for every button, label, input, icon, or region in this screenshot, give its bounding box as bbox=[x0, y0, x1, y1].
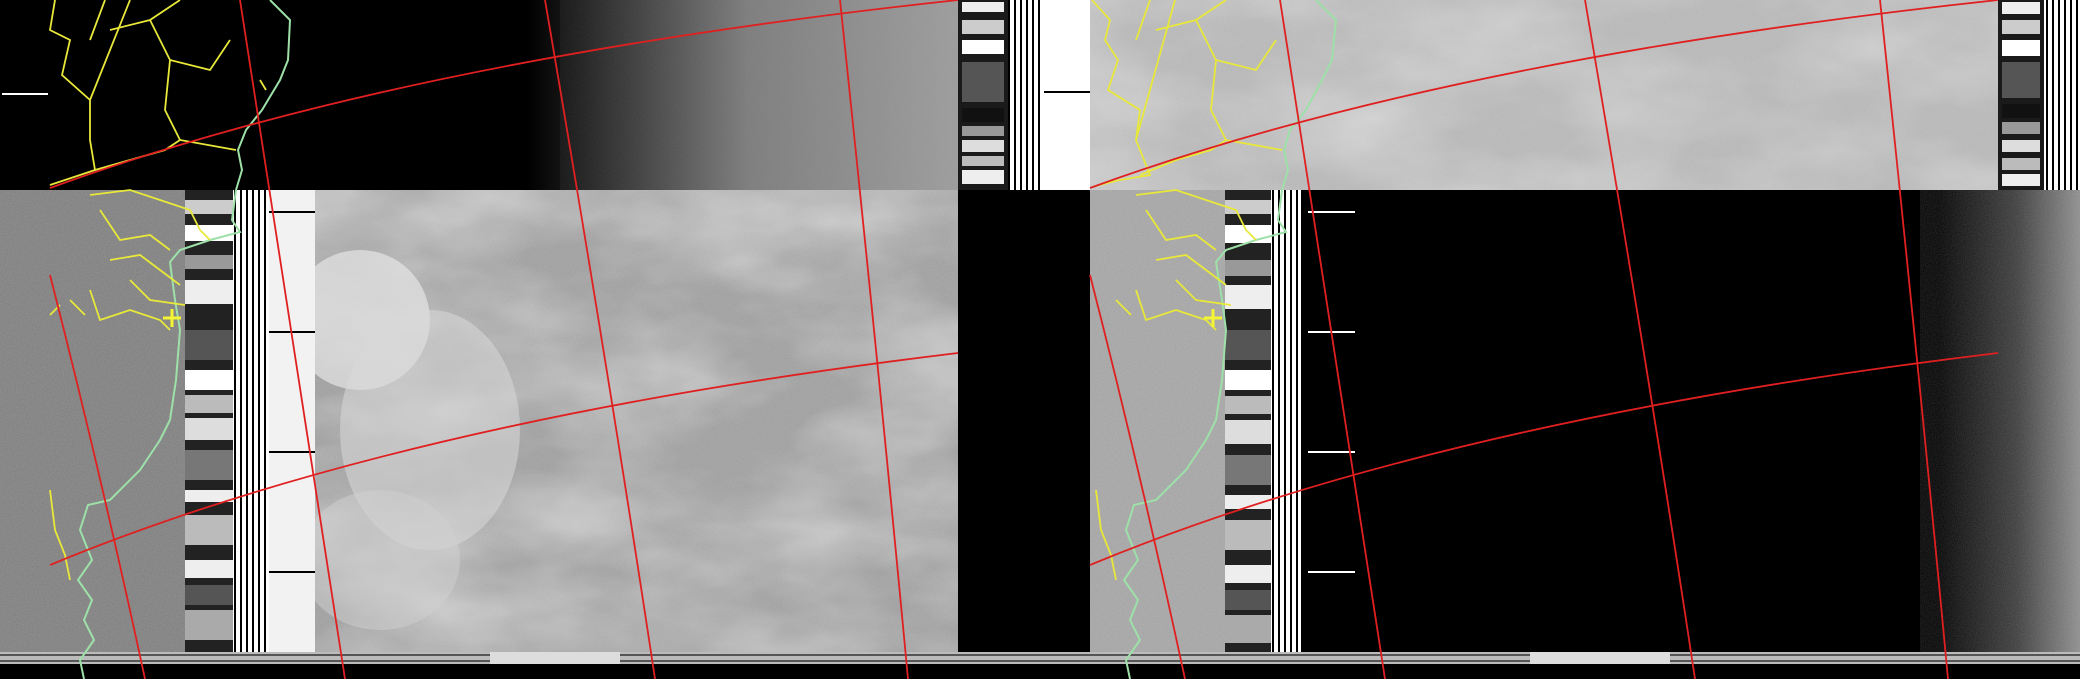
satellite-image bbox=[0, 0, 2080, 679]
bottom-telemetry-strip bbox=[0, 652, 2080, 679]
visible-channel bbox=[0, 0, 1090, 652]
